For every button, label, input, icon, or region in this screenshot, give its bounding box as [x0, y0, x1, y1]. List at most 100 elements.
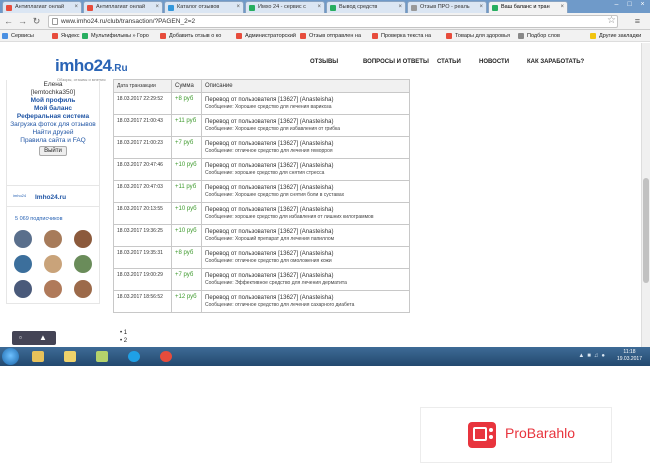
back-icon[interactable]: ← — [3, 16, 14, 27]
browser-tab[interactable]: Каталог отзывов × — [164, 1, 244, 13]
bookmark-label: Проверка текста на — [381, 33, 432, 39]
system-tray-icons[interactable]: ▲■♫● — [578, 353, 608, 359]
taskbar-app-notes[interactable] — [90, 348, 115, 365]
avatar[interactable] — [44, 280, 62, 298]
tab-close-icon[interactable]: × — [236, 2, 240, 13]
transaction-date: 18.03.2017 20:47:46 — [113, 158, 172, 181]
bookmark-item[interactable]: Товары для здоровья — [446, 31, 510, 41]
taskbar-app-explorer[interactable] — [26, 348, 51, 365]
bookmark-icon — [82, 33, 88, 39]
browser-menu-icon[interactable]: ≡ — [635, 16, 640, 26]
window-close-icon[interactable]: × — [636, 0, 649, 11]
bookmark-label: Добавить отзыв о ко — [169, 33, 222, 39]
transaction-title: Перевод от пользователя [13627] (Anastei… — [205, 141, 334, 147]
tab-favicon-icon — [87, 5, 93, 11]
tab-label: Ваш баланс и тран — [501, 4, 550, 10]
page-link[interactable]: 2 — [120, 337, 127, 345]
sidebar-link[interactable]: Мой профиль — [7, 97, 99, 105]
browser-tab[interactable]: Вывод средств × — [326, 1, 406, 13]
avatar[interactable] — [74, 280, 92, 298]
browser-tab[interactable]: Имхо 24 - сервис с × — [245, 1, 325, 13]
page-link[interactable]: 1 — [120, 329, 127, 337]
bookmark-label: Подбор слов — [527, 33, 560, 39]
tab-close-icon[interactable]: × — [74, 2, 78, 13]
browser-tab[interactable]: Ваш баланс и тран × — [488, 1, 568, 13]
tab-close-icon[interactable]: × — [155, 2, 159, 13]
tab-close-icon[interactable]: × — [317, 2, 321, 13]
widget-logo-icon: imho24 — [13, 193, 27, 198]
table-row: 18.03.2017 20:13:55 +10 руб Перевод от пол… — [113, 202, 410, 225]
widget-group-name[interactable]: Imho24.ru — [35, 194, 66, 201]
chat-widget[interactable]: ▫ ▲ — [12, 331, 56, 345]
explorer-icon — [32, 351, 44, 362]
bookmark-star-icon[interactable]: ☆ — [607, 15, 616, 26]
sidebar-link[interactable]: Загрузка фоток для отзывов — [7, 121, 99, 129]
avatar[interactable] — [74, 255, 92, 273]
taskbar-app-files[interactable] — [58, 348, 83, 365]
avatar[interactable] — [44, 255, 62, 273]
bookmark-item[interactable]: Мультифильмы » Горо — [82, 31, 149, 41]
tab-favicon-icon — [168, 5, 174, 11]
nav-item[interactable]: ОТЗЫВЫ — [310, 59, 338, 65]
chat-icon[interactable]: ▫ — [19, 333, 22, 342]
sidebar-link[interactable]: Найти друзей — [7, 129, 99, 137]
sidebar-link[interactable]: Реферальная система — [7, 113, 99, 121]
bookmark-item[interactable]: Добавить отзыв о ко — [160, 31, 221, 41]
transaction-amount: +10 руб — [171, 202, 202, 225]
browser-tab[interactable]: Антиплагиат онлай × — [2, 1, 82, 13]
avatar[interactable] — [44, 230, 62, 248]
nav-item[interactable]: НОВОСТИ — [479, 59, 509, 65]
avatar[interactable] — [14, 255, 32, 273]
logout-button[interactable]: Выйти — [39, 146, 67, 156]
taskbar-clock[interactable]: 11:18 19.03.2017 — [617, 349, 642, 363]
bookmark-item[interactable]: Администраторский — [236, 31, 296, 41]
tab-close-icon[interactable]: × — [560, 2, 564, 13]
page-scrollbar[interactable] — [641, 43, 650, 347]
notes-icon — [96, 351, 108, 362]
forward-icon[interactable]: → — [17, 16, 28, 27]
taskbar-app-skype[interactable] — [122, 348, 147, 365]
transaction-message: Сообщение: хорошее средство для снятия с… — [205, 170, 325, 176]
tab-close-icon[interactable]: × — [479, 2, 483, 13]
sidebar-link[interactable]: Мой баланс — [7, 105, 99, 113]
tab-label: Антиплагиат онлай — [15, 4, 65, 10]
tab-favicon-icon — [492, 5, 498, 11]
bookmark-item[interactable]: Сервисы — [2, 31, 34, 41]
avatar[interactable] — [14, 280, 32, 298]
url-field[interactable]: www.imho24.ru/club/transaction/?PAGEN_2=… — [48, 15, 618, 28]
bookmark-item[interactable]: Яндекс — [52, 31, 80, 41]
transaction-description: Перевод от пользователя [13627] (Anastei… — [201, 158, 410, 181]
transaction-description: Перевод от пользователя [13627] (Anastei… — [201, 180, 410, 203]
browser-tab[interactable]: Антиплагиат онлай × — [83, 1, 163, 13]
start-button[interactable] — [2, 348, 19, 365]
transaction-date: 18.03.2017 20:47:03 — [113, 180, 172, 203]
sidebar-link[interactable]: Правила сайта и FAQ — [7, 137, 99, 145]
bookmark-item[interactable]: Подбор слов — [518, 31, 560, 41]
reload-icon[interactable]: ↻ — [31, 16, 42, 27]
avatar[interactable] — [74, 230, 92, 248]
nav-item[interactable]: КАК ЗАРАБОТАТЬ? — [527, 59, 584, 65]
nav-item[interactable]: ВОПРОСЫ И ОТВЕТЫ — [363, 59, 429, 65]
transaction-description: Перевод от пользователя [13627] (Anastei… — [201, 224, 410, 247]
minimize-icon[interactable]: – — [610, 0, 623, 11]
transaction-title: Перевод от пользователя [13627] (Anastei… — [205, 97, 334, 103]
tab-close-icon[interactable]: × — [398, 2, 402, 13]
maximize-icon[interactable]: □ — [623, 0, 636, 11]
nav-item[interactable]: СТАТЬИ — [437, 59, 461, 65]
scrollbar-thumb[interactable] — [643, 178, 649, 283]
bookmark-item[interactable]: Отзыв отправлен на — [300, 31, 361, 41]
page-info-icon[interactable] — [52, 18, 58, 25]
tab-favicon-icon — [249, 5, 255, 11]
site-logo[interactable]: imho24.Ru Обзоры, отзывы и мнения — [55, 56, 128, 82]
tab-label: Антиплагиат онлай — [96, 4, 146, 10]
avatar[interactable] — [14, 230, 32, 248]
bookmark-item[interactable]: Проверка текста на — [372, 31, 431, 41]
transaction-description: Перевод от пользователя [13627] (Anastei… — [201, 268, 410, 291]
transaction-date: 18.03.2017 20:13:55 — [113, 202, 172, 225]
bookmark-item[interactable]: Другие закладки — [590, 31, 641, 41]
taskbar-app-chrome[interactable] — [154, 348, 179, 365]
widget-subscribers: 5 069 подписчиков — [15, 216, 63, 222]
browser-tab[interactable]: Отзыв ПРО - реаль × — [407, 1, 487, 13]
transaction-message: Сообщение: Хорошее средство для избавлен… — [205, 126, 341, 132]
notification-bell-icon[interactable]: ▲ — [39, 333, 47, 342]
